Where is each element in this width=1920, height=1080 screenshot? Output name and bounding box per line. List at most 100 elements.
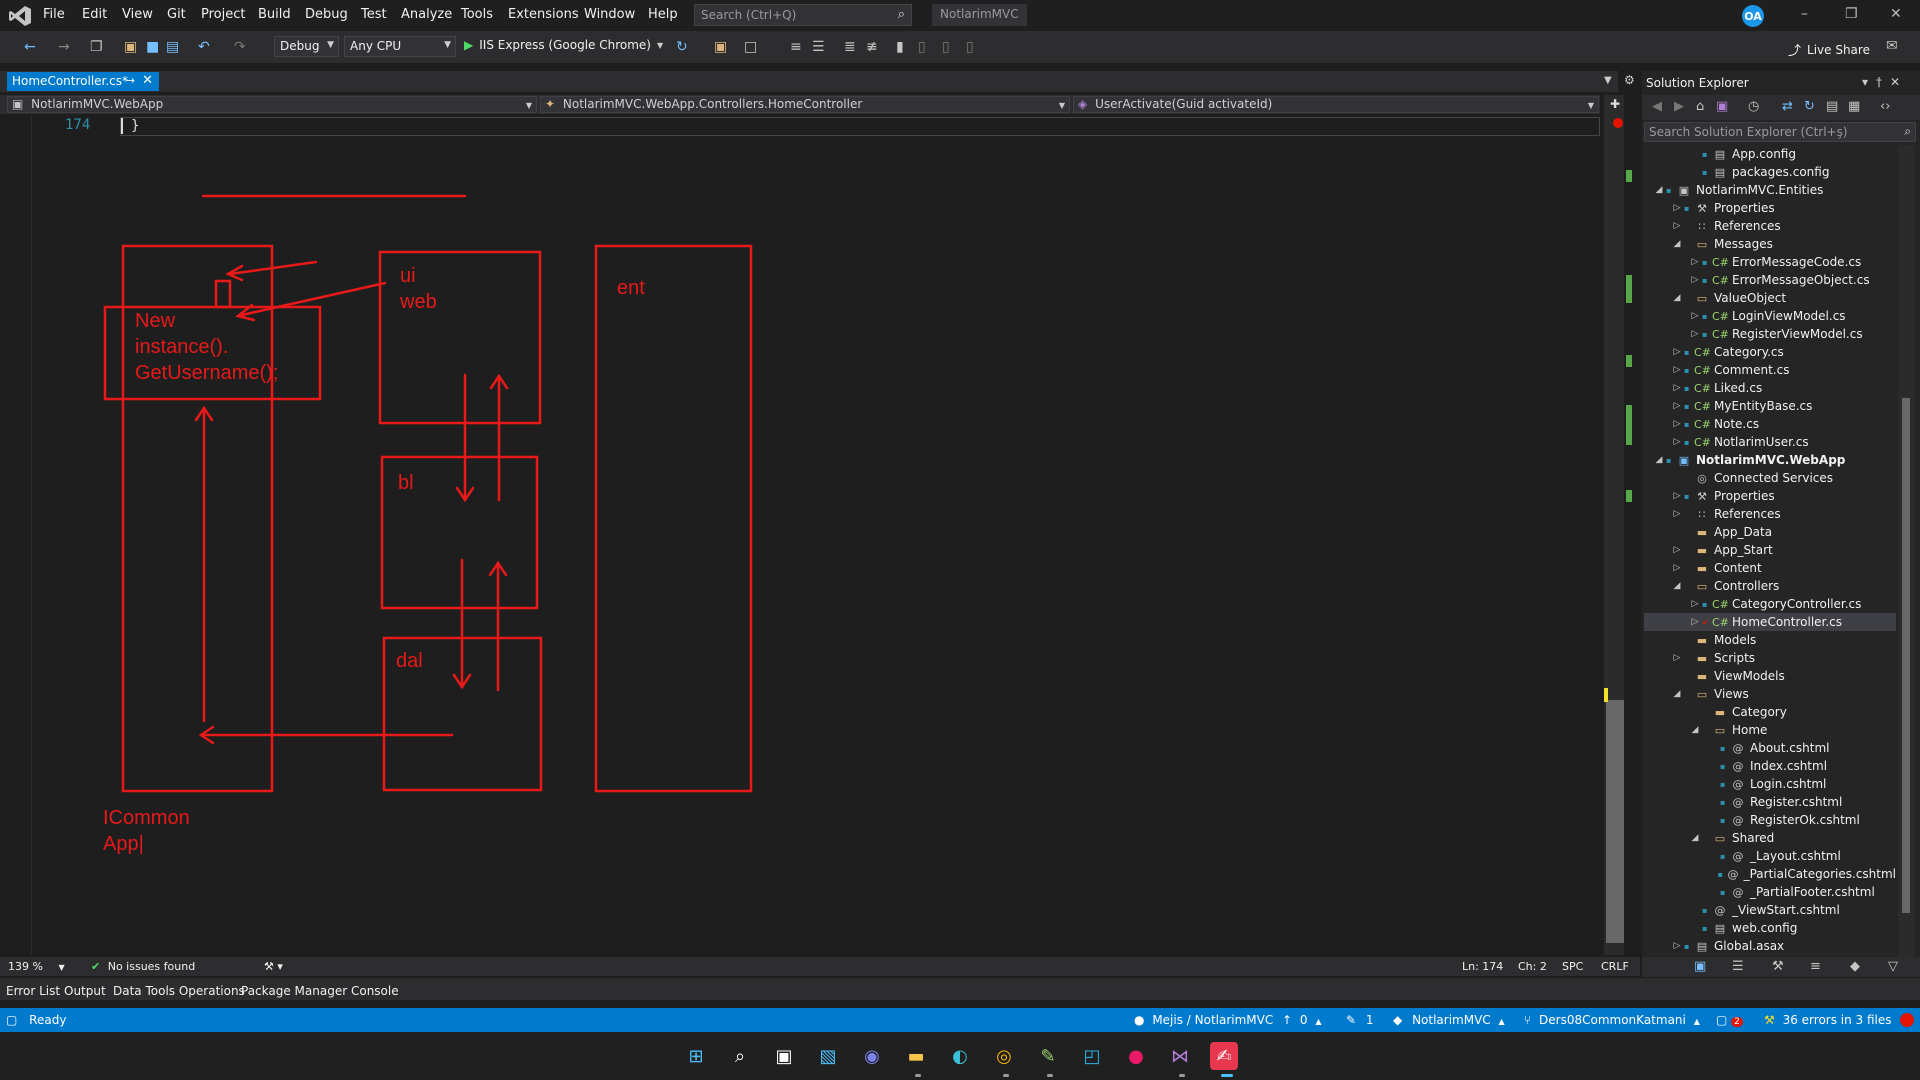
tree-item[interactable]: ▷ ▪ C# ErrorMessageObject.cs: [1644, 271, 1896, 289]
tree-item[interactable]: ▷ ▪ C# NotlarimUser.cs: [1644, 433, 1896, 451]
close-window-icon[interactable]: ✕: [1890, 6, 1902, 22]
notifications-button[interactable]: ▢ 2: [1716, 1013, 1743, 1027]
refresh-icon[interactable]: ↻: [1804, 99, 1815, 114]
tree-item[interactable]: ▪ @ RegisterOk.cshtml: [1644, 811, 1896, 829]
collapsed-arrow-icon[interactable]: ▷: [1670, 941, 1684, 951]
tree-item[interactable]: ▷ ▪ C# Note.cs: [1644, 415, 1896, 433]
tree-item[interactable]: ▷ ▪ C# LoginViewModel.cs: [1644, 307, 1896, 325]
tree-item[interactable]: ▪ @ Login.cshtml: [1644, 775, 1896, 793]
expanded-arrow-icon[interactable]: ◢: [1652, 185, 1666, 195]
tree-item[interactable]: ◢ ▭ Messages: [1644, 235, 1896, 253]
collapsed-arrow-icon[interactable]: ▷: [1688, 599, 1702, 609]
task-view-icon[interactable]: ▣: [770, 1042, 798, 1070]
history-icon[interactable]: ◷: [1748, 99, 1759, 114]
panel-window-controls[interactable]: ▾†✕: [1862, 75, 1908, 89]
collapsed-arrow-icon[interactable]: ▷: [1688, 617, 1702, 627]
tree-item[interactable]: ▷ ▬ App_Start: [1644, 541, 1896, 559]
tree-item[interactable]: ▪ @ Index.cshtml: [1644, 757, 1896, 775]
tree-item[interactable]: ▬ ViewModels: [1644, 667, 1896, 685]
collapsed-arrow-icon[interactable]: ▷: [1688, 329, 1702, 339]
tree-item[interactable]: ▬ Models: [1644, 631, 1896, 649]
solution-scroll-thumb[interactable]: [1902, 398, 1910, 913]
tree-item[interactable]: ▪ @ About.cshtml: [1644, 739, 1896, 757]
live-share-button[interactable]: ⤴ Live Share: [1788, 40, 1870, 60]
tree-item[interactable]: ◢ ▭ ValueObject: [1644, 289, 1896, 307]
team-explorer-tab-icon[interactable]: ☰: [1732, 959, 1744, 974]
tree-item[interactable]: ▪ @ _PartialCategories.cshtml: [1644, 865, 1896, 883]
chrome-browser-icon[interactable]: ◎: [990, 1042, 1018, 1070]
tree-item[interactable]: ▪ @ Register.cshtml: [1644, 793, 1896, 811]
gear-icon[interactable]: ⚙: [1624, 73, 1635, 87]
collapsed-arrow-icon[interactable]: ▷: [1688, 257, 1702, 267]
tree-item[interactable]: ◢ ▭ Controllers: [1644, 577, 1896, 595]
tree-item[interactable]: ▷ ✔ C# HomeController.cs: [1644, 613, 1896, 631]
tree-item[interactable]: ▷ ▪ C# RegisterViewModel.cs: [1644, 325, 1896, 343]
expanded-arrow-icon[interactable]: ◢: [1670, 293, 1684, 303]
file-explorer-icon[interactable]: ▬: [902, 1042, 930, 1070]
avatar[interactable]: OA: [1742, 5, 1764, 27]
tab-list-dropdown-icon[interactable]: ▼: [1604, 75, 1612, 86]
tree-item[interactable]: ▷ ▪ C# Comment.cs: [1644, 361, 1896, 379]
collapsed-arrow-icon[interactable]: ▷: [1670, 653, 1684, 663]
tree-item[interactable]: ▪ ▤ packages.config: [1644, 163, 1896, 181]
screen-annotation-app-icon[interactable]: ✍: [1210, 1042, 1238, 1070]
tree-item[interactable]: ◎ Connected Services: [1644, 469, 1896, 487]
collapsed-arrow-icon[interactable]: ▷: [1670, 563, 1684, 573]
properties-tab-icon[interactable]: ⚒: [1772, 959, 1784, 974]
view-code-icon[interactable]: ‹›: [1880, 99, 1890, 114]
zoom-level-dropdown[interactable]: 139 % ▼: [8, 960, 65, 973]
collapsed-arrow-icon[interactable]: ▷: [1670, 509, 1684, 519]
search-icon[interactable]: ⌕: [1904, 124, 1911, 139]
tree-item[interactable]: ▪ @ _PartialFooter.cshtml: [1644, 883, 1896, 901]
widgets-icon[interactable]: ▧: [814, 1042, 842, 1070]
editor-scroll-thumb[interactable]: [1606, 700, 1624, 943]
collapsed-arrow-icon[interactable]: ▷: [1670, 545, 1684, 555]
tree-item[interactable]: ▷ ▪ ⚒ Properties: [1644, 199, 1896, 217]
filter-tab-icon[interactable]: ▽: [1888, 959, 1898, 974]
tree-item[interactable]: ▷ ▬ Content: [1644, 559, 1896, 577]
search-icon[interactable]: ⌕: [726, 1042, 754, 1070]
tree-item[interactable]: ▷ ▪ C# Liked.cs: [1644, 379, 1896, 397]
tree-item[interactable]: ▷ ∷ References: [1644, 217, 1896, 235]
tree-item[interactable]: ▬ Category: [1644, 703, 1896, 721]
tree-item[interactable]: ▷ ▪ C# MyEntityBase.cs: [1644, 397, 1896, 415]
tree-item[interactable]: ◢ ▭ Shared: [1644, 829, 1896, 847]
tree-item[interactable]: ▪ @ _Layout.cshtml: [1644, 847, 1896, 865]
collapsed-arrow-icon[interactable]: ▷: [1688, 311, 1702, 321]
tree-item[interactable]: ▷ ▪ ⚒ Properties: [1644, 487, 1896, 505]
tree-item[interactable]: ▷ ▪ ▤ Global.asax: [1644, 937, 1896, 955]
visual-studio-taskbar-icon[interactable]: ⋈: [1166, 1042, 1194, 1070]
tree-item[interactable]: ▷ ▪ C# ErrorMessageCode.cs: [1644, 253, 1896, 271]
tree-item[interactable]: ▷ ▬ Scripts: [1644, 649, 1896, 667]
tree-item[interactable]: ▷ ∷ References: [1644, 505, 1896, 523]
expanded-arrow-icon[interactable]: ◢: [1652, 455, 1666, 465]
restore-icon[interactable]: ❐: [1845, 6, 1858, 22]
line-indicator[interactable]: Ln: 174: [1462, 960, 1503, 973]
line-endings-indicator[interactable]: CRLF: [1601, 960, 1629, 973]
collapsed-arrow-icon[interactable]: ▷: [1670, 383, 1684, 393]
branch-button[interactable]: ⑂ Ders08CommonKatmani ▲: [1524, 1013, 1700, 1027]
tab-data-tools-operations[interactable]: Data Tools Operations: [113, 984, 245, 998]
collapsed-arrow-icon[interactable]: ▷: [1670, 419, 1684, 429]
windows-start-icon[interactable]: ⊞: [682, 1042, 710, 1070]
collapsed-arrow-icon[interactable]: ▷: [1688, 275, 1702, 285]
expanded-arrow-icon[interactable]: ◢: [1670, 689, 1684, 699]
expanded-arrow-icon[interactable]: ◢: [1688, 833, 1702, 843]
home-icon[interactable]: ⌂: [1696, 99, 1704, 114]
collapsed-arrow-icon[interactable]: ▷: [1670, 365, 1684, 375]
whitespace-indicator[interactable]: SPC: [1562, 960, 1583, 973]
project-button[interactable]: ◆ NotlarimMVC ▲: [1393, 1013, 1505, 1027]
edge-browser-icon[interactable]: ◐: [946, 1042, 974, 1070]
collapse-all-icon[interactable]: ▤: [1826, 99, 1838, 114]
sync-icon[interactable]: ⇄: [1782, 99, 1793, 114]
collapsed-arrow-icon[interactable]: ▷: [1670, 347, 1684, 357]
switch-views-icon[interactable]: ▣: [1716, 99, 1728, 114]
errors-button[interactable]: ⚒ 36 errors in 3 files: [1764, 1013, 1892, 1027]
back-icon[interactable]: ◀: [1652, 99, 1662, 114]
code-cleanup-icon[interactable]: ⚒ ▾: [264, 960, 283, 973]
recorder-app-icon[interactable]: ●: [1122, 1042, 1150, 1070]
collapsed-arrow-icon[interactable]: ▷: [1670, 203, 1684, 213]
tree-item[interactable]: ◢ ▪ ▣ NotlarimMVC.WebApp: [1644, 451, 1896, 469]
column-indicator[interactable]: Ch: 2: [1518, 960, 1547, 973]
tree-item[interactable]: ▪ ▤ App.config: [1644, 145, 1896, 163]
